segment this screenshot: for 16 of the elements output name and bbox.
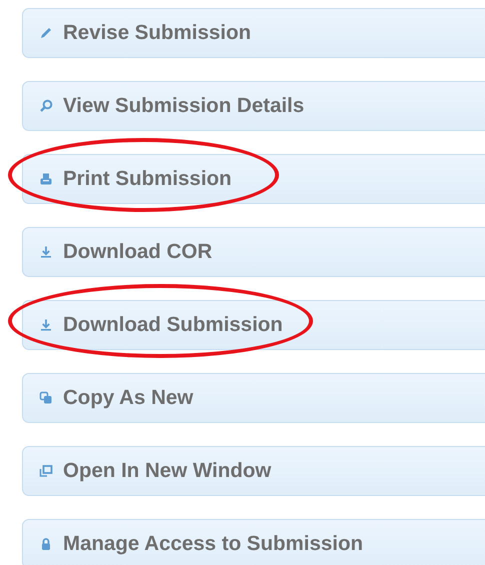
action-button[interactable]: Download Submission [22,300,485,350]
lock-icon [39,537,53,551]
action-button[interactable]: Manage Access to Submission [22,519,485,565]
action-button[interactable]: Open In New Window [22,446,485,496]
printer-icon [39,172,53,186]
search-icon [39,99,53,113]
action-button[interactable]: Revise Submission [22,8,485,58]
copy-icon [39,391,53,405]
window-icon [39,464,53,478]
download-icon [39,245,53,259]
download-icon [39,318,53,332]
action-button[interactable]: Print Submission [22,154,485,204]
action-button[interactable]: Download COR [22,227,485,277]
pencil-icon [39,26,53,40]
action-button[interactable]: Copy As New [22,373,485,423]
action-button[interactable]: View Submission Details [22,81,485,131]
